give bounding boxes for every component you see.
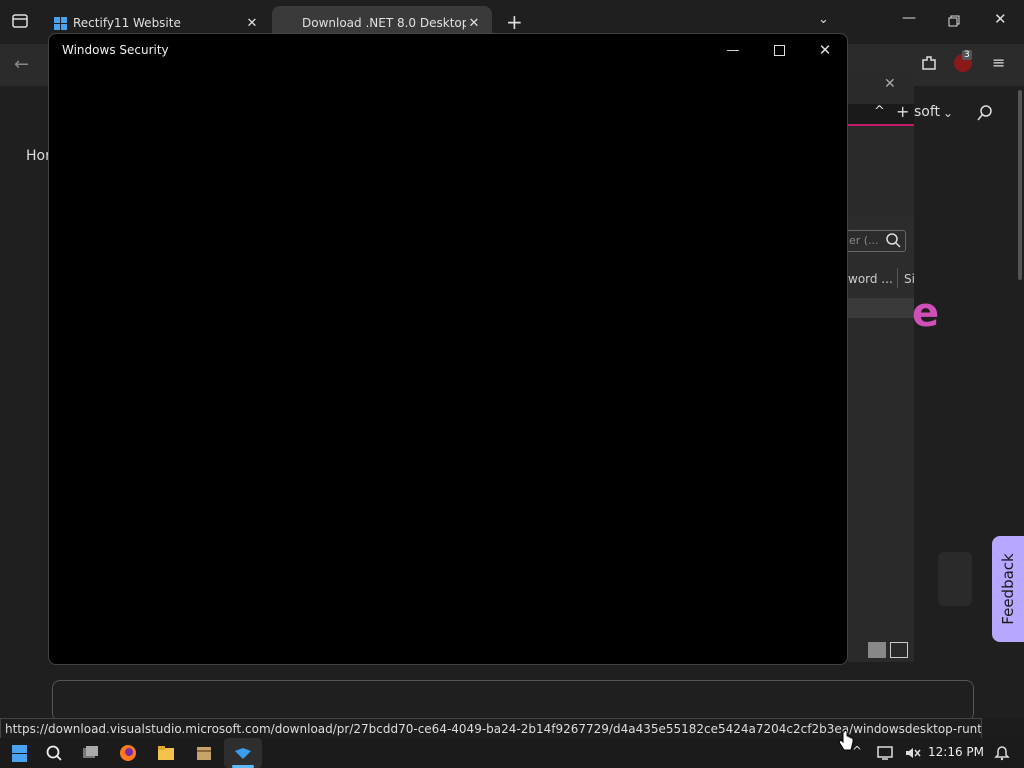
page-card bbox=[938, 552, 972, 606]
back-arrow-icon[interactable]: ← bbox=[14, 54, 29, 75]
taskbar-clock[interactable]: 12:16 PM bbox=[928, 745, 984, 759]
windows-security-window: Windows Security — ✕ bbox=[48, 33, 848, 665]
list-view-icon[interactable] bbox=[868, 642, 886, 658]
windows-logo-icon bbox=[54, 16, 67, 30]
firefox-icon[interactable] bbox=[112, 738, 144, 768]
details-view-icon[interactable] bbox=[890, 642, 908, 658]
taskbar: ^ 12:16 PM bbox=[0, 738, 1024, 768]
file-explorer-icon[interactable] bbox=[150, 738, 182, 768]
background-dialog bbox=[848, 70, 914, 662]
feedback-button[interactable]: Feedback bbox=[992, 536, 1024, 642]
chevron-up-icon[interactable]: ^ bbox=[874, 104, 885, 119]
volume-muted-icon[interactable] bbox=[904, 745, 922, 765]
table-row[interactable] bbox=[848, 298, 914, 318]
maximize-button[interactable] bbox=[756, 34, 802, 66]
tab-title: Download .NET 8.0 Desktop Ru bbox=[302, 16, 466, 30]
brand-logo-fragment: e bbox=[912, 290, 940, 336]
search-placeholder: er (... bbox=[849, 234, 879, 247]
close-tab-icon[interactable]: ✕ bbox=[466, 16, 482, 31]
notification-bell-icon[interactable] bbox=[994, 745, 1010, 765]
close-dialog-icon[interactable]: ✕ bbox=[884, 76, 896, 92]
restore-icon[interactable] bbox=[948, 12, 960, 31]
feedback-label: Feedback bbox=[999, 553, 1017, 625]
column-header-password[interactable]: word ... bbox=[848, 272, 893, 286]
search-icon[interactable] bbox=[38, 738, 70, 768]
minimize-button[interactable]: — bbox=[710, 34, 756, 66]
search-icon[interactable] bbox=[976, 104, 994, 126]
task-view-icon[interactable] bbox=[74, 738, 106, 768]
chevron-down-icon: ⌄ bbox=[943, 106, 954, 120]
search-icon bbox=[885, 232, 901, 251]
page-footer-box bbox=[52, 680, 974, 721]
network-icon[interactable] bbox=[876, 745, 894, 765]
start-button[interactable] bbox=[2, 738, 34, 768]
tab-title: Rectify11 Website bbox=[73, 16, 181, 30]
hand-cursor-icon bbox=[838, 730, 854, 756]
close-button[interactable]: ✕ bbox=[802, 34, 848, 66]
tab-actions-icon[interactable] bbox=[10, 12, 30, 30]
security-app-taskbar-button[interactable] bbox=[224, 738, 262, 768]
window-title: Windows Security bbox=[62, 43, 169, 57]
column-header-site[interactable]: Si bbox=[904, 272, 915, 286]
windows-start-icon bbox=[11, 744, 27, 762]
column-divider bbox=[897, 268, 898, 288]
search-input[interactable]: er (... bbox=[846, 230, 906, 252]
menu-icon[interactable]: ≡ bbox=[992, 53, 1005, 72]
scrollbar[interactable] bbox=[1018, 90, 1022, 280]
close-tab-icon[interactable]: ✕ bbox=[244, 16, 260, 31]
microsoft-menu[interactable]: soft bbox=[914, 104, 940, 120]
minimize-icon[interactable]: — bbox=[902, 10, 916, 26]
dialog-address-row: ^ + bbox=[848, 102, 914, 126]
add-icon[interactable]: + bbox=[896, 102, 909, 121]
archive-app-icon[interactable] bbox=[188, 738, 220, 768]
tab-list-chevron-icon[interactable]: ⌄ bbox=[818, 12, 829, 27]
status-bar-url: https://download.visualstudio.microsoft.… bbox=[0, 718, 982, 740]
new-tab-icon[interactable]: + bbox=[506, 10, 523, 34]
extension-badge: 3 bbox=[962, 50, 972, 60]
close-window-icon[interactable]: ✕ bbox=[994, 10, 1007, 28]
extensions-icon[interactable] bbox=[920, 54, 938, 76]
